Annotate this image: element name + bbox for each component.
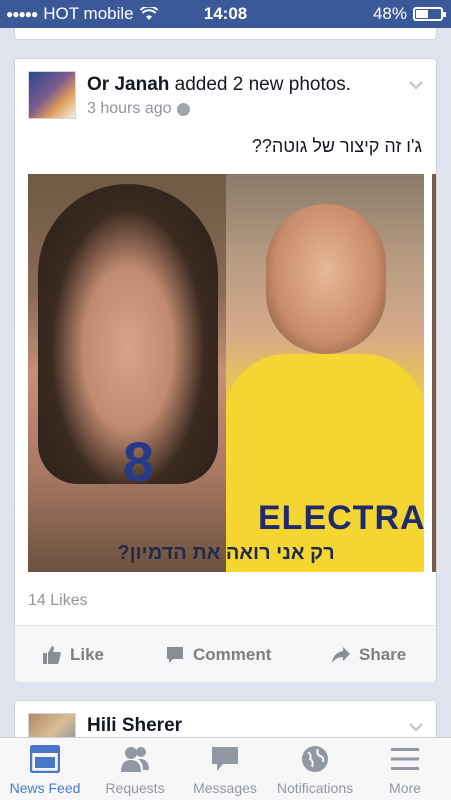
battery-level xyxy=(416,10,428,18)
like-button[interactable]: Like xyxy=(42,626,104,683)
thumbs-up-icon xyxy=(43,645,61,664)
post-card: Or Janah added 2 new photos. 3 hours ago… xyxy=(14,58,437,682)
share-button[interactable]: Share xyxy=(331,626,406,683)
comment-button[interactable]: Comment xyxy=(165,626,271,683)
tab-label: Messages xyxy=(193,780,257,796)
tab-requests[interactable]: Requests xyxy=(90,738,180,800)
share-label: Share xyxy=(359,644,407,664)
tab-label: Requests xyxy=(105,780,165,796)
battery-icon xyxy=(413,7,446,21)
share-arrow-icon xyxy=(332,646,350,663)
jersey xyxy=(226,354,424,572)
photo-right-portrait xyxy=(266,204,386,354)
author-avatar[interactable] xyxy=(28,71,76,119)
tab-notifications[interactable]: Notifications xyxy=(270,738,360,800)
tab-news-feed[interactable]: News Feed xyxy=(0,738,90,800)
post-author[interactable]: Or Janah xyxy=(87,74,169,95)
tab-label: More xyxy=(389,780,421,796)
jersey-number: 8 xyxy=(123,430,155,493)
tab-messages[interactable]: Messages xyxy=(180,738,270,800)
likes-count[interactable]: 14 Likes xyxy=(28,592,88,610)
post-meta: 3 hours ago xyxy=(87,100,190,118)
news-feed-icon xyxy=(29,744,61,774)
post-action: added 2 new photos. xyxy=(174,74,352,95)
next-photo-edge[interactable] xyxy=(432,174,436,572)
post-text: ג'ו זה קיצור של גוטה?? xyxy=(251,136,422,156)
battery-percent: 48% xyxy=(372,4,407,23)
public-globe-icon xyxy=(176,102,190,116)
photo-caption: רק אני רואה את הדמיון? xyxy=(117,542,335,564)
tab-bar: News Feed Requests Messages Notification… xyxy=(0,737,451,800)
action-bar: Like Comment Share xyxy=(15,625,436,682)
status-right: 48% xyxy=(372,4,446,24)
chevron-down-icon[interactable] xyxy=(408,77,424,93)
tab-more[interactable]: More xyxy=(360,738,450,800)
post-time[interactable]: 3 hours ago xyxy=(87,100,172,118)
status-bar: ●●●●● HOT mobile 14:08 48% xyxy=(0,0,451,28)
like-label: Like xyxy=(70,644,105,664)
tab-label: News Feed xyxy=(9,780,81,796)
menu-icon xyxy=(391,748,419,770)
photo-left[interactable] xyxy=(28,174,226,572)
globe-icon xyxy=(302,746,328,772)
comment-label: Comment xyxy=(193,644,272,664)
chevron-down-icon[interactable] xyxy=(408,719,424,735)
jersey-text: ELECTRA xyxy=(258,499,426,537)
tab-label: Notifications xyxy=(276,780,354,796)
photo-strip[interactable]: 8 ELECTRA רק אני רואה את הדמיון? xyxy=(28,174,436,572)
comment-icon xyxy=(167,646,183,663)
previous-post-bottom xyxy=(14,28,437,40)
post-header: Or Janah added 2 new photos. xyxy=(87,74,351,96)
messages-icon xyxy=(212,747,238,771)
next-post-author[interactable]: Hili Sherer xyxy=(87,715,182,737)
requests-icon xyxy=(121,747,149,772)
